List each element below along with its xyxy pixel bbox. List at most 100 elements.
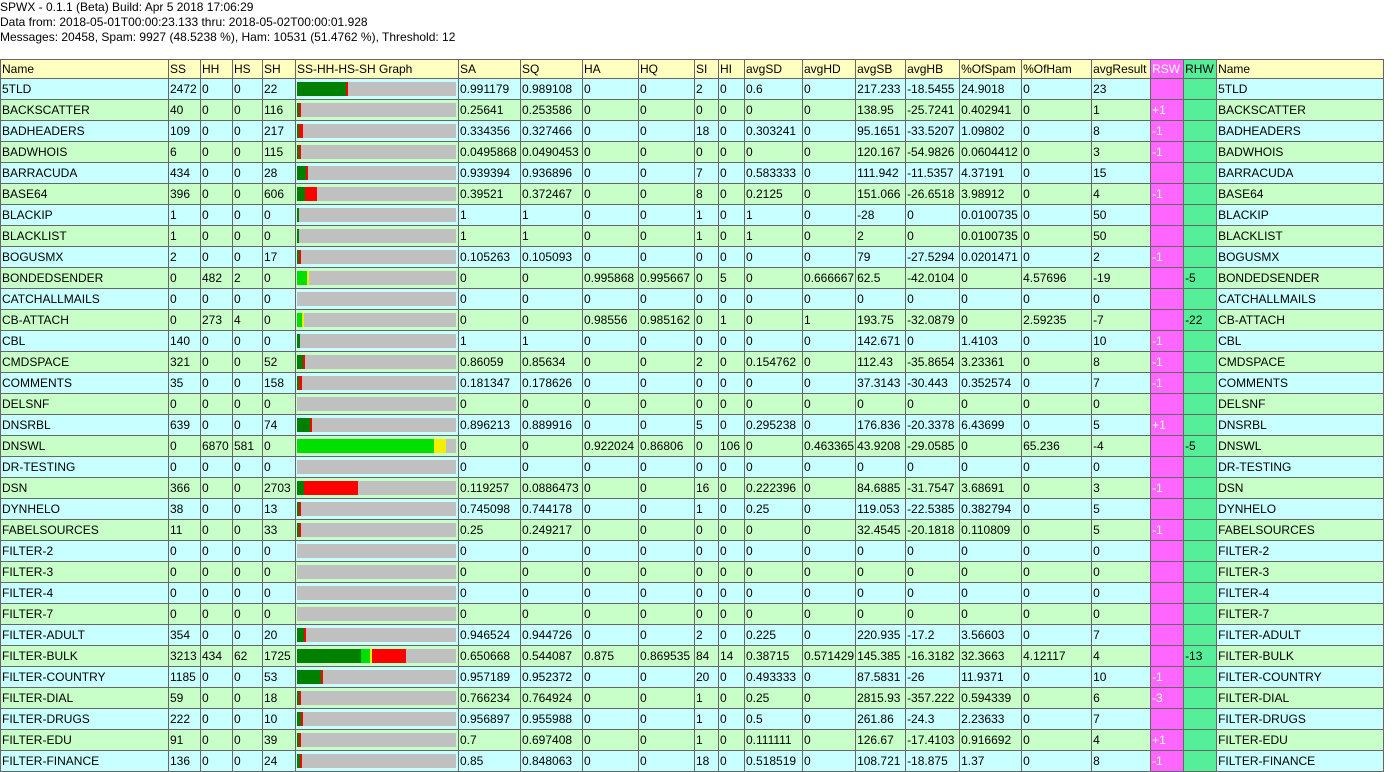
cell-pham: 0 (1021, 204, 1093, 226)
cell-ss: 91 (168, 729, 201, 751)
cell-sh: 116 (262, 99, 296, 121)
cell-avgsd: 0.25 (744, 687, 803, 709)
cell-sa: 0 (458, 267, 521, 289)
cell-avgsd: 0 (744, 435, 803, 457)
cell-hi: 0 (718, 582, 745, 604)
cell-avghd: 0 (801, 456, 857, 478)
cell-pham: 0 (1021, 120, 1093, 142)
ss-hh-hs-sh-graph (295, 246, 459, 268)
cell-pham: 0 (1021, 477, 1093, 499)
graph-bar (297, 145, 456, 159)
table-row: BADWHOIS 6 0 0 115 0.0495868 0.0490453 0 0 0 0 0 0 12… (0, 141, 1385, 163)
table-row: BLACKIP 1 0 0 0 1 1 0 0 1 0 1 0 -28 0 0.0100735 0 50 BLACK… (0, 204, 1385, 226)
cell-avgsd: 0 (744, 456, 803, 478)
table-row: CBL 140 0 0 0 1 1 0 0 0 0 0 0 142.671 0 1.4103 0 10 -1 CBL (0, 330, 1385, 352)
cell-avghb: -17.2 (905, 624, 961, 646)
graph-segment-ss (297, 418, 310, 432)
cell-hh: 0 (200, 561, 233, 583)
cell-avgres: 4 (1091, 729, 1152, 751)
cell-avgres: 5 (1091, 519, 1152, 541)
cell-avghb: 0 (905, 393, 961, 415)
cell-pham: 0 (1021, 141, 1093, 163)
cell-hq: 0 (638, 477, 695, 499)
cell-avgsb: 87.5831 (855, 666, 907, 688)
cell-name-right: CBL (1216, 330, 1385, 352)
column-header-rsw: RSW (1150, 59, 1185, 79)
cell-hh: 0 (200, 687, 233, 709)
cell-pspam: 0 (959, 288, 1023, 310)
cell-ha: 0 (582, 414, 639, 436)
cell-avgres: 6 (1091, 687, 1152, 709)
cell-pham: 65.236 (1021, 435, 1093, 457)
cell-avgsb: 151.066 (855, 183, 907, 205)
cell-pspam: 0.110809 (959, 519, 1023, 541)
ss-hh-hs-sh-graph (295, 729, 459, 751)
cell-avghd: 0 (801, 120, 857, 142)
cell-rhw (1183, 330, 1218, 352)
cell-sh: 0 (262, 225, 296, 247)
cell-avgsb: 217.233 (855, 78, 907, 100)
column-header-rhw: RHW (1183, 59, 1218, 79)
cell-ha: 0 (582, 225, 639, 247)
cell-hh: 6870 (200, 435, 233, 457)
cell-rsw (1150, 204, 1185, 226)
cell-rhw (1183, 141, 1218, 163)
cell-avghb: 0 (905, 603, 961, 625)
cell-si: 1 (694, 687, 719, 709)
cell-ha: 0 (582, 729, 639, 751)
cell-rsw (1150, 708, 1185, 730)
cell-pspam: 24.9018 (959, 78, 1023, 100)
ss-hh-hs-sh-graph (295, 120, 459, 142)
cell-avgsd: 0 (744, 372, 803, 394)
cell-sa: 1 (458, 225, 521, 247)
cell-hq: 0 (638, 99, 695, 121)
cell-avgsd: 0.111111 (744, 729, 803, 751)
ss-hh-hs-sh-graph (295, 351, 459, 373)
graph-segment-sh (304, 628, 306, 642)
cell-si: 0 (694, 519, 719, 541)
cell-hs: 0 (232, 351, 263, 373)
cell-name: DELSNF (0, 393, 169, 415)
cell-name: FILTER-3 (0, 561, 169, 583)
cell-hh: 0 (200, 540, 233, 562)
table-row: BLACKLIST 1 0 0 0 1 1 0 0 1 0 1 0 2 0 0.0100735 0 50 BLACK… (0, 225, 1385, 247)
cell-name-right: FILTER-DRUGS (1216, 708, 1385, 730)
cell-rhw (1183, 162, 1218, 184)
cell-hh: 0 (200, 750, 233, 772)
cell-si: 1 (694, 204, 719, 226)
cell-avgsb: -28 (855, 204, 907, 226)
cell-sh: 217 (262, 120, 296, 142)
cell-avgres: 10 (1091, 330, 1152, 352)
cell-ha: 0 (582, 624, 639, 646)
cell-hq: 0 (638, 582, 695, 604)
cell-sh: 22 (262, 78, 296, 100)
cell-name-right: BONDEDSENDER (1216, 267, 1385, 289)
cell-sq: 0.253586 (520, 99, 583, 121)
graph-segment-sh (321, 670, 323, 684)
cell-pspam: 32.3663 (959, 645, 1023, 667)
table-row: BACKSCATTER 40 0 0 116 0.25641 0.253586 0 0 0 0 0 0 1… (0, 99, 1385, 121)
cell-avgsd: 0.154762 (744, 351, 803, 373)
cell-sa: 0.991179 (458, 78, 521, 100)
cell-hq: 0 (638, 120, 695, 142)
cell-ss: 0 (168, 540, 201, 562)
cell-rsw: +1 (1150, 414, 1185, 436)
graph-segment-hs (302, 313, 304, 327)
cell-ss: 0 (168, 288, 201, 310)
graph-segment-sh (300, 754, 302, 768)
cell-name: FILTER-4 (0, 582, 169, 604)
cell-sh: 20 (262, 624, 296, 646)
cell-ss: 396 (168, 183, 201, 205)
cell-avghd: 0.571429 (801, 645, 857, 667)
graph-segment-sh (299, 124, 303, 138)
cell-hi: 0 (718, 708, 745, 730)
cell-ss: 0 (168, 561, 201, 583)
cell-rhw (1183, 288, 1218, 310)
table-row: COMMENTS 35 0 0 158 0.181347 0.178626 0 0 0 0 0 0 37.… (0, 372, 1385, 394)
table-row: FABELSOURCES 11 0 0 33 0.25 0.249217 0 0 0 0 0 0 32.4… (0, 519, 1385, 541)
cell-ha: 0 (582, 666, 639, 688)
cell-avgres: 0 (1091, 561, 1152, 583)
cell-avghb: -16.3182 (905, 645, 961, 667)
cell-pham: 0 (1021, 330, 1093, 352)
graph-segment-hs (434, 439, 446, 453)
